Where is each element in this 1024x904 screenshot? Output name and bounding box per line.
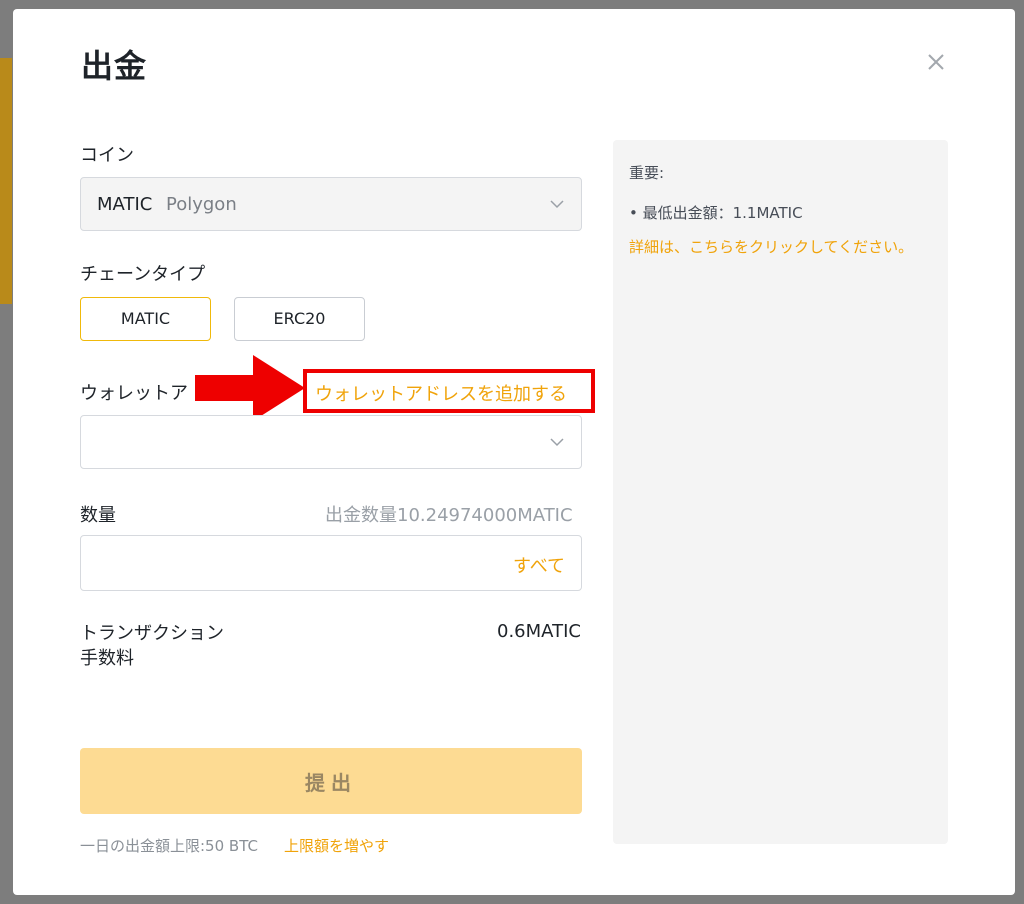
submit-button[interactable]: 提出	[80, 748, 582, 814]
wallet-address-select[interactable]	[80, 415, 582, 469]
amount-input-box[interactable]: すべて	[80, 535, 582, 591]
chain-type-label: チェーンタイプ	[80, 264, 206, 285]
wallet-address-label: ウォレットア	[80, 383, 188, 404]
chevron-down-icon	[550, 438, 564, 447]
coin-select[interactable]: MATIC Polygon	[80, 177, 582, 231]
min-withdraw-note: • 最低出金額：1.1MATIC	[629, 204, 803, 222]
max-all-button[interactable]: すべて	[513, 552, 565, 578]
amount-label: 数量	[80, 505, 116, 526]
highlight-box: ウォレットアドレスを追加する	[303, 369, 595, 413]
amount-input[interactable]	[93, 546, 497, 582]
fee-label-line1: トランザクション	[80, 623, 224, 644]
coin-symbol: MATIC	[97, 194, 153, 215]
info-title: 重要:	[629, 164, 665, 182]
daily-limit-text: 一日の出金額上限:50 BTC	[80, 837, 258, 855]
close-icon[interactable]	[925, 51, 947, 73]
chain-option-erc20[interactable]: ERC20	[234, 297, 365, 341]
fee-value: 0.6MATIC	[497, 621, 581, 642]
coin-label: コイン	[80, 145, 134, 166]
increase-limit-link[interactable]: 上限額を増やす	[284, 835, 389, 856]
add-wallet-address-link[interactable]: ウォレットアドレスを追加する	[315, 380, 567, 406]
fee-label-line2: 手数料	[80, 648, 134, 669]
coin-name: Polygon	[166, 194, 237, 215]
withdraw-modal: 出金 コイン MATIC Polygon チェーンタイプ MATIC ERC20…	[13, 9, 1015, 895]
background-page-edge	[0, 58, 12, 304]
red-arrow-annotation-icon	[195, 355, 305, 421]
info-panel: 重要: • 最低出金額：1.1MATIC 詳細は、こちらをクリックしてください。	[613, 140, 948, 844]
chain-option-matic[interactable]: MATIC	[80, 297, 211, 341]
available-amount: 出金数量10.24974000MATIC	[325, 505, 573, 526]
modal-title: 出金	[81, 47, 148, 85]
details-link[interactable]: 詳細は、こちらをクリックしてください。	[629, 235, 929, 260]
chevron-down-icon	[550, 200, 564, 209]
fee-label: トランザクション 手数料	[80, 621, 224, 671]
